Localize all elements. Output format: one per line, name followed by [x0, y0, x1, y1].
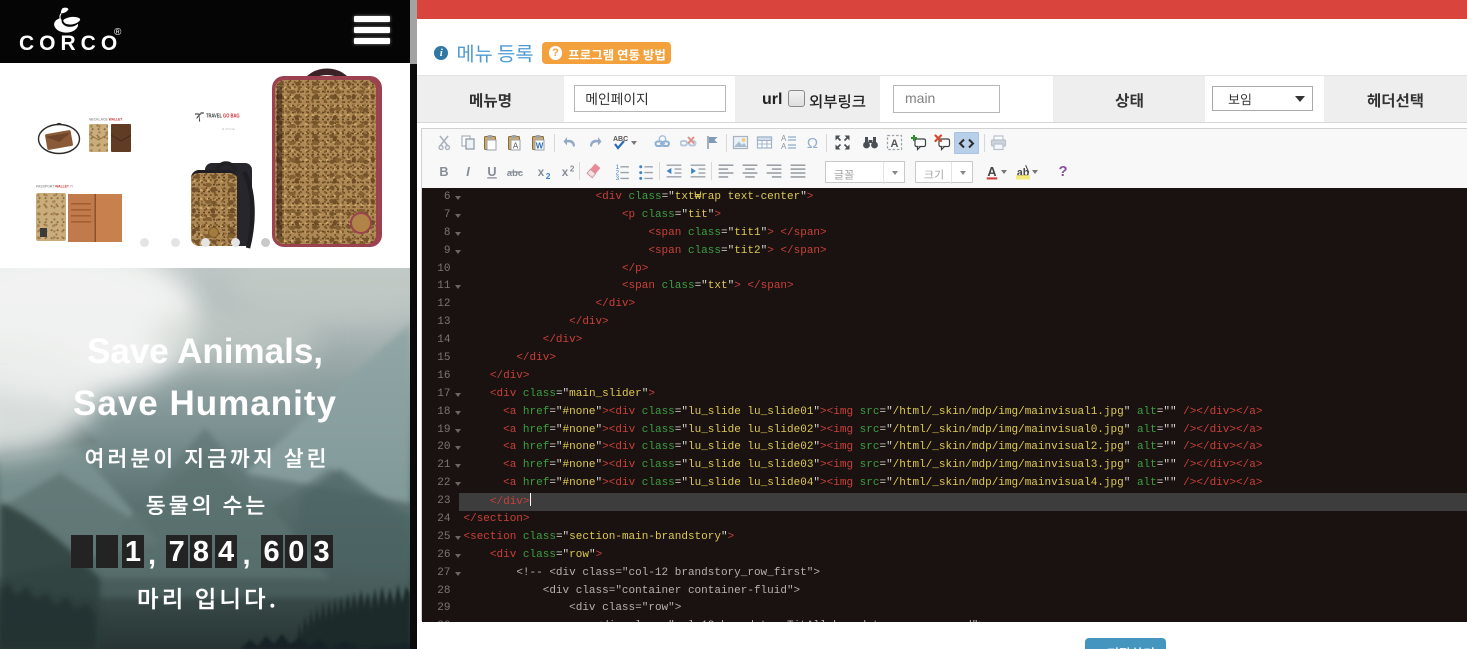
svg-text:I: I	[466, 165, 470, 179]
svg-text:A: A	[513, 142, 519, 151]
svg-text:x: x	[562, 166, 569, 179]
svg-text:A: A	[891, 138, 899, 150]
svg-text:Ω: Ω	[807, 135, 818, 151]
svg-text:W: W	[536, 142, 544, 151]
svg-text:3: 3	[616, 175, 620, 180]
svg-text:ABC: ABC	[613, 136, 628, 143]
svg-text:A: A	[781, 142, 787, 151]
svg-text:x: x	[538, 166, 545, 179]
svg-text:B: B	[439, 165, 448, 179]
svg-text:2: 2	[546, 171, 550, 180]
svg-text:2: 2	[570, 164, 574, 174]
svg-text:A: A	[987, 165, 996, 179]
svg-text:abc: abc	[507, 168, 524, 179]
svg-text:U: U	[487, 165, 496, 179]
svg-text:?: ?	[1058, 164, 1067, 180]
